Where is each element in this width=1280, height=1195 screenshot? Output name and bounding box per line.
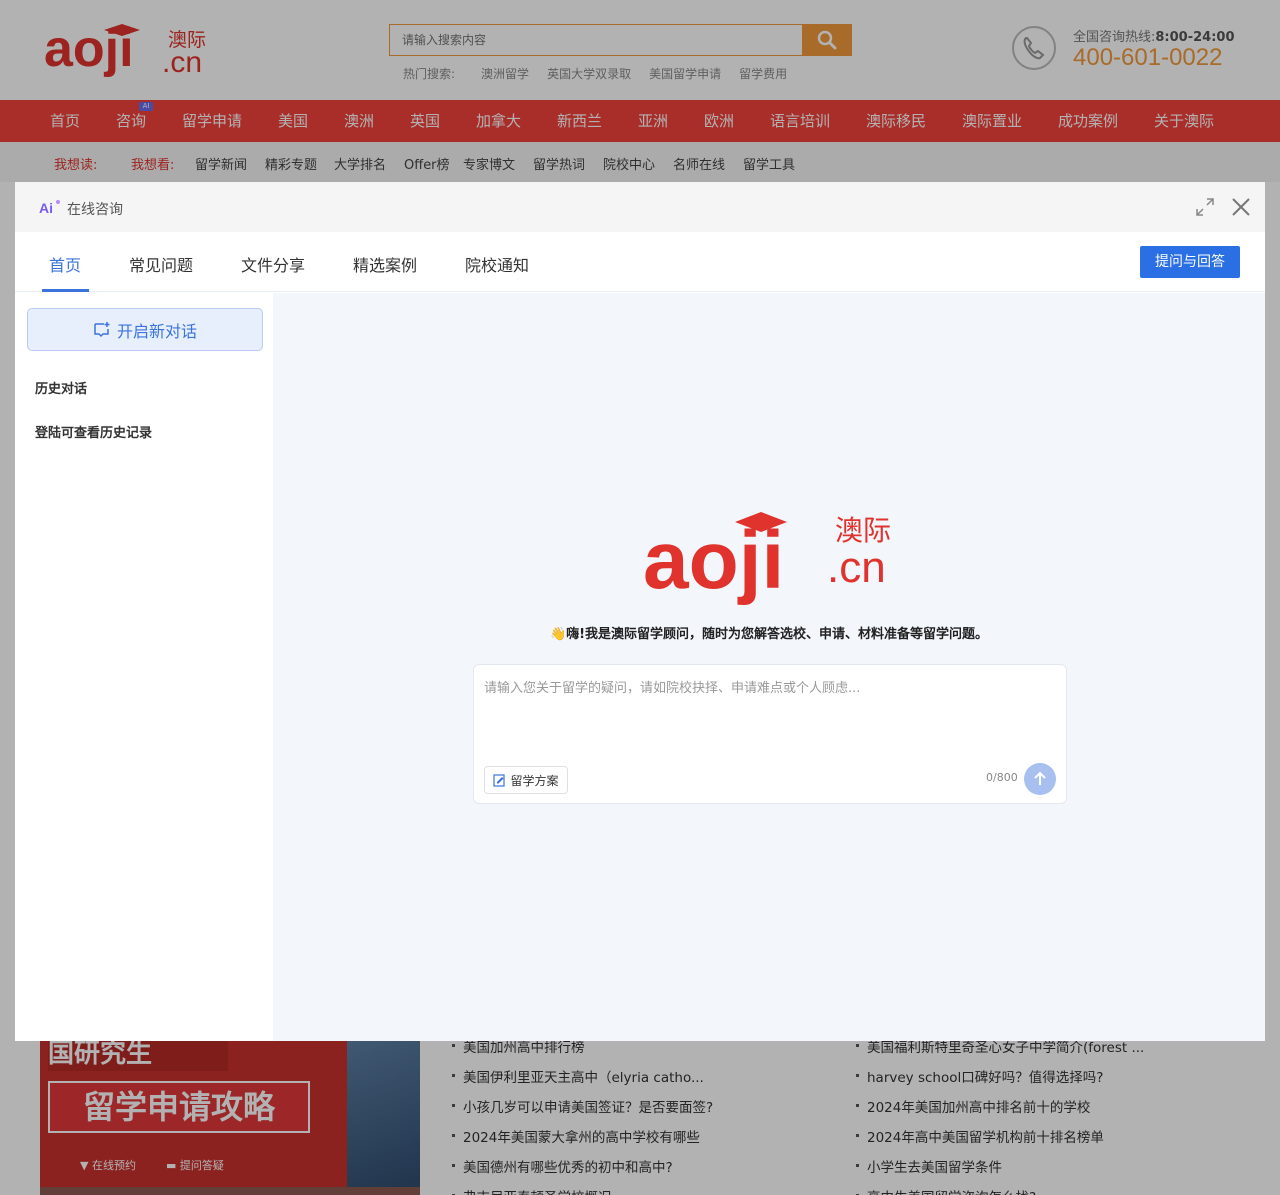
tab-file-share[interactable]: 文件分享 <box>241 252 305 276</box>
new-chat-label: 开启新对话 <box>116 321 197 341</box>
expand-icon[interactable] <box>1195 197 1215 217</box>
tab-school-notices[interactable]: 院校通知 <box>465 252 529 276</box>
arrow-up-icon <box>1034 771 1046 785</box>
tab-home[interactable]: 首页 <box>49 252 81 276</box>
ask-answer-button[interactable]: 提问与回答 <box>1140 246 1240 278</box>
svg-text:Ai: Ai <box>39 200 53 215</box>
modal-title: 在线咨询 <box>67 202 123 218</box>
chat-input-box: 留学方案 0/800 <box>473 664 1067 804</box>
close-icon[interactable] <box>1231 197 1251 217</box>
study-plan-button[interactable]: 留学方案 <box>484 766 568 794</box>
edit-icon <box>493 773 506 787</box>
modal-header: Ai 在线咨询 <box>15 182 1265 232</box>
modal-tabs: 首页 常见问题 文件分享 精选案例 院校通知 提问与回答 <box>15 232 1265 292</box>
login-hint[interactable]: 登陆可查看历史记录 <box>35 422 152 441</box>
study-plan-label: 留学方案 <box>510 773 559 788</box>
history-heading: 历史对话 <box>35 382 88 397</box>
char-counter: 0/800 <box>986 771 1018 784</box>
new-chat-button[interactable]: 开启新对话 <box>27 308 263 351</box>
new-chat-icon <box>94 321 110 337</box>
chat-main: aoji 澳际 .cn 👋嗨!我是澳际留学顾问，随时为您解答选校、申请、材料准备… <box>273 293 1265 1041</box>
welcome-message: 👋嗨!我是澳际留学顾问，随时为您解答选校、申请、材料准备等留学问题。 <box>549 627 989 642</box>
consult-modal: Ai 在线咨询 首页 常见问题 文件分享 精选案例 院校通知 提问与回答 开启新… <box>15 182 1265 1041</box>
tab-faq[interactable]: 常见问题 <box>129 252 193 276</box>
send-button[interactable] <box>1024 763 1056 795</box>
tab-cases[interactable]: 精选案例 <box>353 252 417 276</box>
aoji-center-logo: aoji 澳际 .cn <box>643 512 891 606</box>
ai-icon: Ai <box>39 200 60 215</box>
active-tab-indicator <box>42 289 89 292</box>
question-input[interactable] <box>484 677 1054 747</box>
center-logo-domain: .cn <box>827 543 886 592</box>
history-sidebar: 开启新对话 历史对话 登陆可查看历史记录 <box>15 293 273 1017</box>
